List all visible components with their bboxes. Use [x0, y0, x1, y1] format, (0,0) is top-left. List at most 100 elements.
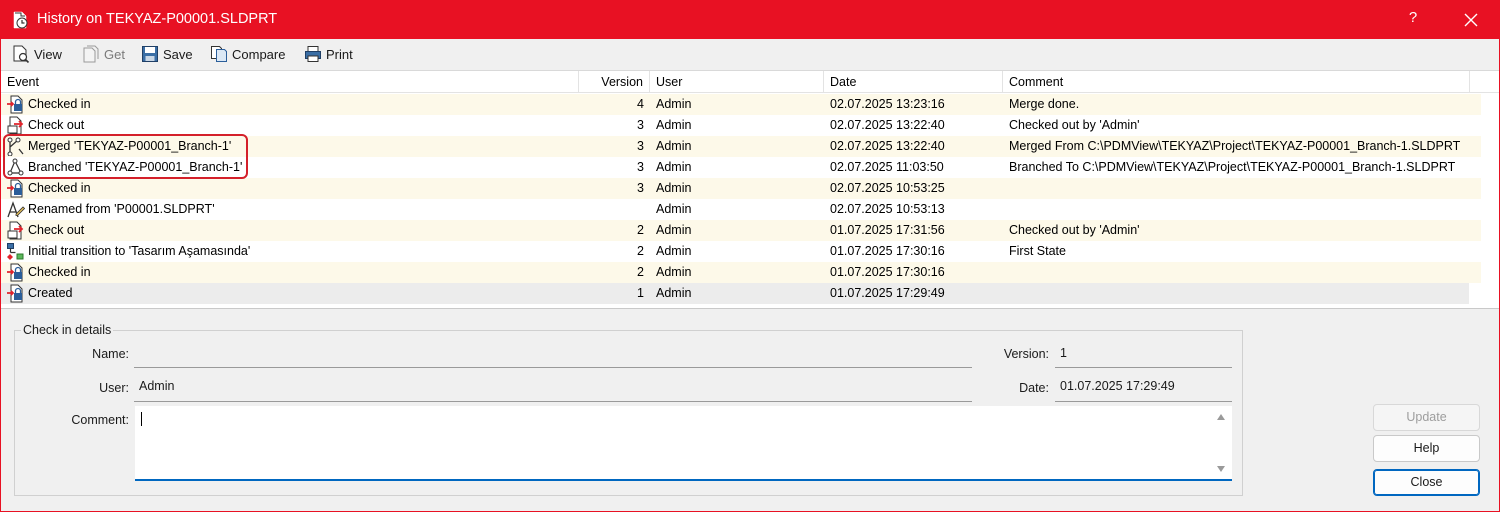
- toolbar: View Get Save Compare Print: [1, 39, 1499, 71]
- event-cell: Initial transition to 'Tasarım Aşamasınd…: [28, 244, 251, 258]
- comment-cell: Merge done.: [1009, 97, 1080, 111]
- version-label: Version:: [1003, 347, 1049, 361]
- table-row[interactable]: Check out 3 Admin 02.07.2025 13:22:40 Ch…: [1, 115, 1481, 136]
- user-cell: Admin: [656, 139, 692, 153]
- table-row[interactable]: Merged 'TEKYAZ-P00001_Branch-1' 3 Admin …: [1, 136, 1481, 157]
- date-cell: 01.07.2025 17:31:56: [830, 223, 945, 237]
- version-cell: 3: [637, 139, 644, 153]
- help-title-button[interactable]: ?: [1401, 9, 1425, 31]
- check-out-icon: [7, 116, 24, 135]
- column-header-version[interactable]: Version: [579, 71, 650, 93]
- table-row[interactable]: Checked in 2 Admin 01.07.2025 17:30:16: [1, 262, 1481, 283]
- check-out-icon: [7, 221, 24, 240]
- user-cell: Admin: [656, 223, 692, 237]
- user-cell: Admin: [656, 202, 692, 216]
- event-cell: Checked in: [28, 97, 91, 111]
- table-row[interactable]: Initial transition to 'Tasarım Aşamasınd…: [1, 241, 1481, 262]
- date-cell: 01.07.2025 17:29:49: [830, 286, 945, 300]
- table-row[interactable]: Branched 'TEKYAZ-P00001_Branch-1' 3 Admi…: [1, 157, 1481, 178]
- table-row[interactable]: Renamed from 'P00001.SLDPRT' Admin 02.07…: [1, 199, 1481, 220]
- event-cell: Merged 'TEKYAZ-P00001_Branch-1': [28, 139, 232, 153]
- table-row[interactable]: Checked in 3 Admin 02.07.2025 10:53:25: [1, 178, 1481, 199]
- window-title: History on TEKYAZ-P00001.SLDPRT: [37, 11, 278, 27]
- close-button[interactable]: Close: [1373, 469, 1480, 496]
- event-cell: Created: [28, 286, 73, 300]
- comment-label: Comment:: [71, 413, 129, 427]
- version-cell: 2: [637, 223, 644, 237]
- date-cell: 02.07.2025 13:22:40: [830, 118, 945, 132]
- compare-label: Compare: [232, 46, 286, 62]
- history-dialog: History on TEKYAZ-P00001.SLDPRT ? View G…: [0, 0, 1500, 512]
- print-button[interactable]: Print: [304, 44, 353, 64]
- details-legend: Check in details: [21, 323, 114, 337]
- date-cell: 02.07.2025 13:22:40: [830, 139, 945, 153]
- checked-in-icon: [7, 263, 23, 282]
- comment-cell: Checked out by 'Admin': [1009, 118, 1140, 132]
- user-cell: Admin: [656, 244, 692, 258]
- version-cell: [581, 199, 644, 220]
- column-header-date[interactable]: Date: [824, 71, 1003, 93]
- user-field[interactable]: Admin: [134, 373, 972, 402]
- view-icon: [13, 45, 30, 63]
- date-field[interactable]: 01.07.2025 17:29:49: [1055, 373, 1232, 402]
- comment-cell: [1009, 262, 1479, 283]
- event-cell: Checked in: [28, 181, 91, 195]
- column-header-event[interactable]: Event: [1, 71, 579, 93]
- event-cell: Branched 'TEKYAZ-P00001_Branch-1': [28, 160, 243, 174]
- comment-cell: [1009, 283, 1479, 304]
- column-header-filler: [1470, 71, 1499, 93]
- event-cell: Check out: [28, 223, 85, 237]
- save-icon: [142, 46, 158, 62]
- comment-textarea[interactable]: [135, 406, 1232, 481]
- merge-icon: [7, 137, 24, 156]
- history-icon: [13, 11, 28, 29]
- get-icon: [83, 45, 99, 63]
- compare-button[interactable]: Compare: [210, 44, 285, 64]
- user-cell: Admin: [656, 181, 692, 195]
- column-header-comment[interactable]: Comment: [1003, 71, 1470, 93]
- close-window-icon[interactable]: [1456, 6, 1486, 34]
- view-button[interactable]: View: [12, 44, 62, 64]
- comment-cell: First State: [1009, 244, 1066, 258]
- table-row[interactable]: Check out 2 Admin 01.07.2025 17:31:56 Ch…: [1, 220, 1481, 241]
- version-cell: 1: [637, 286, 644, 300]
- user-cell: Admin: [656, 118, 692, 132]
- user-cell: Admin: [656, 97, 692, 111]
- version-cell: 3: [637, 160, 644, 174]
- title-bar[interactable]: History on TEKYAZ-P00001.SLDPRT ?: [1, 1, 1499, 39]
- date-cell: 01.07.2025 17:30:16: [830, 244, 945, 258]
- user-label: User:: [99, 381, 129, 395]
- version-cell: 2: [637, 244, 644, 258]
- history-grid[interactable]: Event Version User Date Comment Checked …: [1, 71, 1499, 309]
- table-row[interactable]: Checked in 4 Admin 02.07.2025 13:23:16 M…: [1, 94, 1481, 115]
- name-field[interactable]: [134, 340, 972, 368]
- text-caret: [141, 412, 142, 426]
- help-button[interactable]: Help: [1373, 435, 1480, 462]
- version-field[interactable]: 1: [1055, 340, 1232, 368]
- user-cell: Admin: [656, 265, 692, 279]
- version-cell: 4: [637, 97, 644, 111]
- get-button[interactable]: Get: [82, 44, 125, 64]
- save-button[interactable]: Save: [141, 44, 193, 64]
- date-cell: 02.07.2025 10:53:25: [830, 181, 945, 195]
- comment-cell: Merged From C:\PDMView\TEKYAZ\Project\TE…: [1009, 139, 1461, 153]
- update-button[interactable]: Update: [1373, 404, 1480, 431]
- compare-icon: [211, 46, 227, 62]
- comment-cell: Branched To C:\PDMView\TEKYAZ\Project\TE…: [1009, 160, 1456, 174]
- save-label: Save: [163, 46, 193, 62]
- version-cell: 3: [637, 181, 644, 195]
- print-icon: [305, 46, 321, 62]
- scroll-up-icon[interactable]: [1216, 412, 1226, 422]
- event-cell: Check out: [28, 118, 85, 132]
- get-label: Get: [104, 46, 125, 62]
- version-cell: 3: [637, 118, 644, 132]
- date-cell: 01.07.2025 17:30:16: [830, 265, 945, 279]
- table-row-selected[interactable]: Created 1 Admin 01.07.2025 17:29:49: [1, 283, 1469, 304]
- column-header-user[interactable]: User: [650, 71, 824, 93]
- scroll-down-icon[interactable]: [1216, 464, 1226, 474]
- checked-in-icon: [7, 95, 23, 114]
- event-cell: Checked in: [28, 265, 91, 279]
- print-label: Print: [326, 46, 353, 62]
- workflow-transition-icon: [7, 243, 24, 260]
- event-cell: Renamed from 'P00001.SLDPRT': [28, 202, 215, 216]
